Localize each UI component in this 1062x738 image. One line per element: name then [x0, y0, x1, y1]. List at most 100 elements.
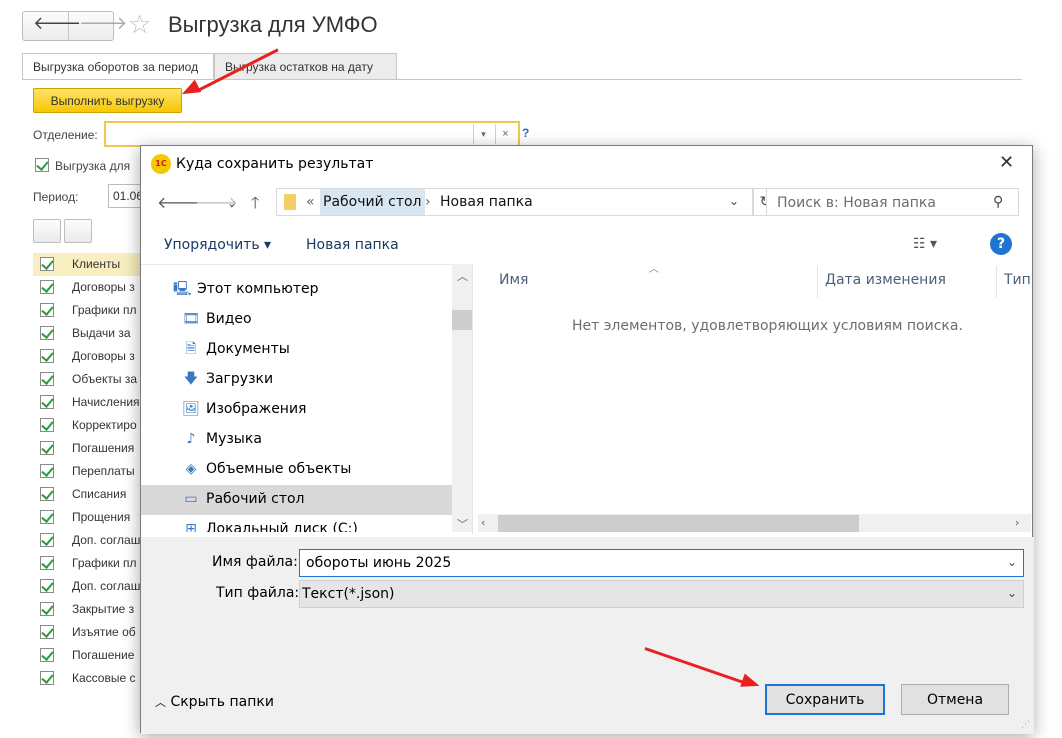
- run-export-button[interactable]: Выполнить выгрузку: [33, 88, 182, 113]
- check-all-button[interactable]: [33, 219, 61, 243]
- search-icon[interactable]: ⚲: [993, 194, 1022, 210]
- scroll-left-icon[interactable]: ‹: [481, 516, 485, 529]
- organize-menu[interactable]: Упорядочить ▾: [164, 237, 271, 253]
- scroll-up-icon[interactable]: ︿: [457, 268, 468, 284]
- back-icon[interactable]: 🡐: [157, 192, 200, 212]
- item-checkbox[interactable]: [40, 372, 54, 386]
- save-button[interactable]: Сохранить: [765, 684, 885, 715]
- chevron-down-icon[interactable]: ▾: [473, 124, 493, 144]
- column-type[interactable]: Тип: [1004, 272, 1032, 288]
- address-bar[interactable]: « Рабочий стол › Новая папка ⌄: [276, 188, 753, 216]
- chevron-down-icon[interactable]: ⌄: [1007, 586, 1017, 600]
- breadcrumb-overflow[interactable]: «: [303, 194, 318, 210]
- tree-item[interactable]: ◈ Объемные объекты: [141, 455, 452, 485]
- search-input[interactable]: Поиск в: Новая папка: [766, 188, 1019, 216]
- help-icon[interactable]: ?: [990, 233, 1012, 255]
- recent-chevron-icon[interactable]: ⌄: [227, 196, 237, 210]
- chevron-down-icon[interactable]: ⌄: [729, 194, 739, 208]
- column-date-modified[interactable]: Дата изменения: [825, 272, 946, 288]
- tree-item[interactable]: 🖳 Этот компьютер: [141, 275, 452, 305]
- list-item[interactable]: Графики пл: [40, 552, 150, 575]
- list-item[interactable]: Доп. соглаш: [40, 529, 150, 552]
- list-item-label: Начисления: [72, 395, 140, 409]
- dialog-title: Куда сохранить результат: [176, 156, 374, 172]
- back-icon[interactable]: 🡐: [33, 13, 81, 34]
- list-item[interactable]: Графики пл: [40, 299, 150, 322]
- export-checkbox[interactable]: [35, 158, 49, 172]
- list-item[interactable]: Прощения: [40, 506, 150, 529]
- list-item[interactable]: Доп. соглаш: [40, 575, 150, 598]
- item-checkbox[interactable]: [40, 625, 54, 639]
- sort-indicator-icon: ︿: [649, 264, 659, 275]
- item-checkbox[interactable]: [40, 303, 54, 317]
- list-item[interactable]: Списания: [40, 483, 150, 506]
- clear-icon[interactable]: ×: [495, 124, 515, 144]
- item-checkbox[interactable]: [40, 556, 54, 570]
- tree-item[interactable]: 🗎 Документы: [141, 335, 452, 365]
- video-icon: 🎞: [182, 311, 200, 327]
- item-checkbox[interactable]: [40, 257, 54, 271]
- resize-grip-icon[interactable]: ⋰: [1021, 720, 1030, 730]
- tab-turnover[interactable]: Выгрузка оборотов за период: [22, 53, 214, 80]
- list-item[interactable]: Договоры з: [40, 276, 150, 299]
- list-item[interactable]: Объекты за: [40, 368, 150, 391]
- list-item[interactable]: Корректиро: [40, 414, 150, 437]
- files-hscrollbar-thumb[interactable]: [498, 515, 859, 532]
- list-item[interactable]: Клиенты: [33, 253, 148, 276]
- scroll-down-icon[interactable]: ﹀: [457, 516, 468, 532]
- breadcrumb-desktop[interactable]: Рабочий стол: [320, 189, 425, 215]
- tree-item[interactable]: 🎞 Видео: [141, 305, 452, 335]
- column-name[interactable]: Имя: [499, 272, 528, 288]
- department-input[interactable]: [104, 121, 520, 147]
- list-item[interactable]: Погашение: [40, 644, 150, 667]
- item-checkbox[interactable]: [40, 326, 54, 340]
- close-icon[interactable]: ✕: [999, 152, 1014, 173]
- tree-item[interactable]: ▭ Рабочий стол: [141, 485, 452, 515]
- item-checkbox[interactable]: [40, 487, 54, 501]
- chevron-down-icon[interactable]: ⌄: [1007, 555, 1017, 569]
- list-item[interactable]: Погашения: [40, 437, 150, 460]
- list-item[interactable]: Переплаты: [40, 460, 150, 483]
- list-item[interactable]: Изъятие об: [40, 621, 150, 644]
- up-icon[interactable]: 🡑: [251, 192, 259, 219]
- uncheck-all-button[interactable]: [64, 219, 92, 243]
- list-item[interactable]: Кассовые с: [40, 667, 150, 690]
- item-checkbox[interactable]: [40, 510, 54, 524]
- list-item[interactable]: Начисления: [40, 391, 150, 414]
- help-link[interactable]: ?: [522, 126, 529, 140]
- forward-icon[interactable]: 🡒: [79, 13, 127, 34]
- hide-folders-toggle[interactable]: ︿ Скрыть папки: [155, 694, 274, 710]
- tree-item[interactable]: ⊞ Локальный диск (C:): [141, 515, 452, 532]
- file-name-input[interactable]: обороты июнь 2025 ⌄: [299, 549, 1024, 577]
- list-item[interactable]: Закрытие з: [40, 598, 150, 621]
- list-item[interactable]: Выдачи за: [40, 322, 150, 345]
- tree-item-label: Этот компьютер: [197, 281, 319, 297]
- tree-item[interactable]: 🡇 Загрузки: [141, 365, 452, 395]
- list-item-label: Договоры з: [72, 280, 135, 294]
- breadcrumb-new-folder[interactable]: Новая папка: [437, 194, 536, 210]
- item-checkbox[interactable]: [40, 602, 54, 616]
- scroll-right-icon[interactable]: ›: [1015, 516, 1019, 529]
- item-checkbox[interactable]: [40, 418, 54, 432]
- tree-item-label: Музыка: [206, 431, 262, 447]
- item-checkbox[interactable]: [40, 671, 54, 685]
- view-options-icon[interactable]: ☷ ▾: [913, 236, 937, 252]
- tree-item[interactable]: ♪ Музыка: [141, 425, 452, 455]
- new-folder-button[interactable]: Новая папка: [306, 237, 399, 253]
- item-checkbox[interactable]: [40, 648, 54, 662]
- cancel-button[interactable]: Отмена: [901, 684, 1009, 715]
- item-checkbox[interactable]: [40, 441, 54, 455]
- tree-item[interactable]: 🖼 Изображения: [141, 395, 452, 425]
- tree-scrollbar[interactable]: [452, 264, 472, 532]
- favorite-star-icon[interactable]: ☆: [128, 10, 151, 40]
- item-checkbox[interactable]: [40, 349, 54, 363]
- save-dialog: 1С Куда сохранить результат ✕ 🡐 🡒 ⌄ 🡑 « …: [140, 145, 1034, 734]
- tree-scrollbar-thumb[interactable]: [452, 310, 472, 330]
- item-checkbox[interactable]: [40, 464, 54, 478]
- list-item[interactable]: Договоры з: [40, 345, 150, 368]
- item-checkbox[interactable]: [40, 280, 54, 294]
- item-checkbox[interactable]: [40, 579, 54, 593]
- item-checkbox[interactable]: [40, 533, 54, 547]
- file-type-select[interactable]: Текст(*.json) ⌄: [299, 580, 1024, 608]
- item-checkbox[interactable]: [40, 395, 54, 409]
